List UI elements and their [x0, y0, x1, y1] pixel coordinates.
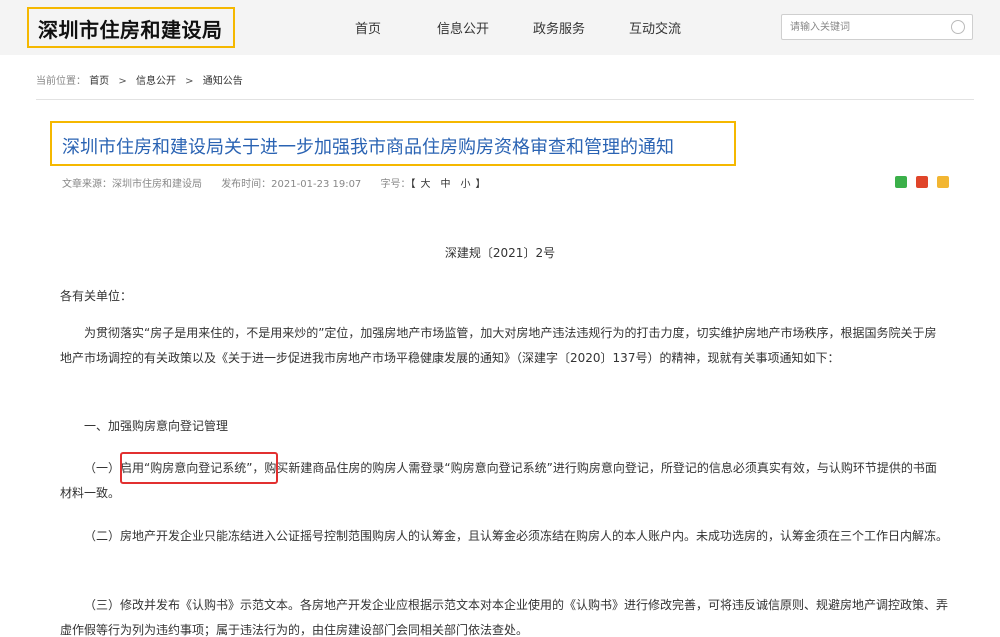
site-logo[interactable]: 深圳市住房和建设局 — [38, 14, 223, 43]
article-source: 文章来源：深圳市住房和建设局 — [62, 179, 202, 190]
qzone-share-icon[interactable] — [937, 176, 950, 188]
font-size-label: 字号： — [380, 179, 411, 190]
font-size-bracket-open: 【 — [410, 179, 416, 190]
logo-highlight-box: 深圳市住房和建设局 — [27, 7, 235, 48]
breadcrumb-info-public[interactable]: 信息公开 — [136, 76, 176, 87]
search-icon[interactable] — [950, 19, 966, 35]
nav-interaction[interactable]: 互动交流 — [629, 18, 681, 37]
breadcrumb-separator: > — [118, 76, 127, 87]
breadcrumb: 当前位置： 首页 > 信息公开 > 通知公告 — [36, 72, 243, 87]
font-size-large[interactable]: 大 — [421, 179, 431, 190]
wechat-share-icon[interactable] — [895, 176, 907, 188]
header-divider — [36, 99, 974, 100]
article-date: 发布时间：2021-01-23 19:07 — [221, 179, 362, 190]
document-number: 深建规〔2021〕2号 — [444, 246, 556, 260]
breadcrumb-notices[interactable]: 通知公告 — [203, 76, 243, 87]
registration-system-highlight — [120, 452, 278, 484]
nav-home[interactable]: 首页 — [355, 18, 381, 37]
title-highlight-box: 深圳市住房和建设局关于进一步加强我市商品住房购房资格审查和管理的通知 — [50, 121, 736, 166]
search-input[interactable] — [790, 19, 940, 35]
font-size-control: 字号：【大中小】 — [381, 179, 486, 190]
breadcrumb-separator: > — [185, 76, 194, 87]
salutation: 各有关单位： — [60, 289, 133, 303]
search-box — [781, 14, 973, 40]
site-header: 深圳市住房和建设局 首页 信息公开 政务服务 互动交流 — [0, 0, 1000, 55]
breadcrumb-prefix: 当前位置： — [36, 76, 86, 87]
paragraph-2: （二）房地产开发企业只能冻结进入公证摇号控制范围购房人的认筹金，且认筹金必须冻结… — [84, 529, 949, 543]
font-size-medium[interactable]: 中 — [441, 179, 451, 190]
intro-paragraph: 为贯彻落实“房子是用来住的，不是用来炒的”定位，加强房地产市场监管，加大对房地产… — [60, 326, 937, 365]
breadcrumb-home[interactable]: 首页 — [89, 76, 109, 87]
paragraph-3: （三）修改并发布《认购书》示范文本。各房地产开发企业应根据示范文本对本企业使用的… — [60, 598, 949, 637]
font-size-bracket-close: 】 — [475, 179, 486, 190]
article-title: 深圳市住房和建设局关于进一步加强我市商品住房购房资格审查和管理的通知 — [62, 137, 674, 158]
weibo-share-icon[interactable] — [916, 176, 929, 188]
nav-gov-services[interactable]: 政务服务 — [533, 18, 585, 37]
font-size-small[interactable]: 小 — [461, 179, 471, 190]
nav-info-public[interactable]: 信息公开 — [437, 18, 489, 37]
article-meta: 文章来源：深圳市住房和建设局 发布时间：2021-01-23 19:07 字号：… — [62, 175, 502, 190]
section-heading-1: 一、加强购房意向登记管理 — [84, 419, 229, 433]
share-buttons — [895, 176, 953, 190]
